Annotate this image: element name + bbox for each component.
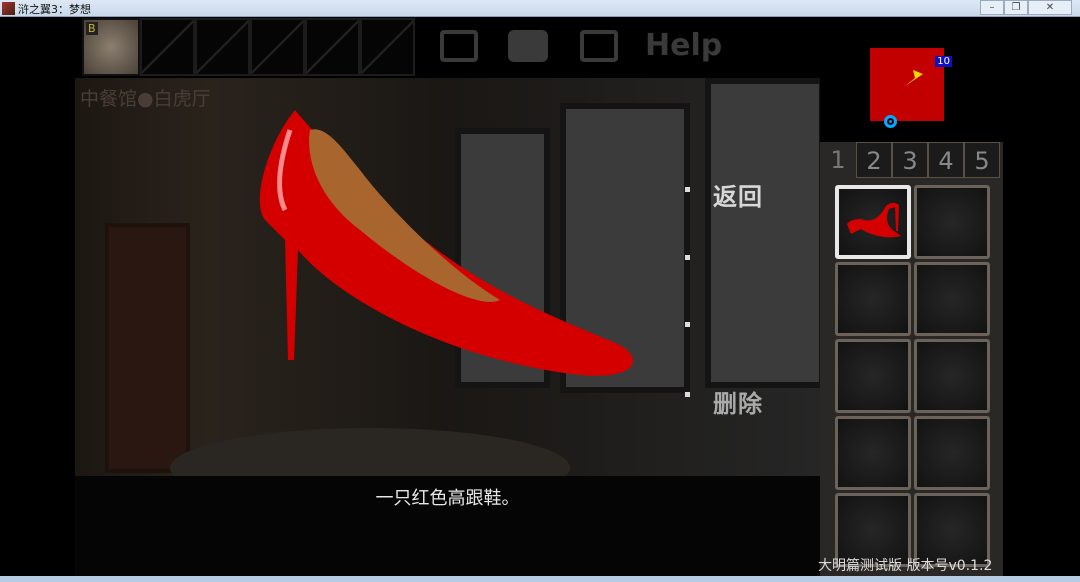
- camera-icon[interactable]: [508, 30, 548, 62]
- inventory-slot[interactable]: [914, 339, 990, 413]
- maximize-button[interactable]: ❐: [1004, 0, 1028, 15]
- item-description: 一只红色高跟鞋。: [375, 488, 520, 509]
- minimize-button[interactable]: –: [980, 0, 1004, 15]
- window: [705, 78, 820, 388]
- menu-bullet: [685, 187, 690, 192]
- character-portrait[interactable]: B: [82, 18, 140, 76]
- party-slot[interactable]: [140, 18, 195, 76]
- inventory-tab-1[interactable]: 1: [820, 142, 856, 178]
- location-label: 中餐馆●白虎厅: [80, 88, 211, 110]
- minimap[interactable]: 10: [870, 48, 952, 128]
- menu-bullet: [685, 322, 690, 327]
- party-slot[interactable]: [360, 18, 415, 76]
- inventory-tab-5[interactable]: 5: [964, 142, 1000, 178]
- inventory-panel: 1 2 3 4 5: [820, 142, 1003, 576]
- party-slot[interactable]: [305, 18, 360, 76]
- inventory-slot[interactable]: [914, 262, 990, 336]
- inventory-slot[interactable]: [835, 416, 911, 490]
- title-bar: 浒之翼3：梦想 – ❐ ✕: [0, 0, 1080, 17]
- inventory-slot[interactable]: [835, 339, 911, 413]
- red-high-heel-image: [259, 110, 633, 376]
- player-marker-icon: [884, 115, 897, 128]
- taskbar: [0, 576, 1080, 582]
- app-icon: [2, 2, 15, 15]
- inventory-slot[interactable]: [914, 185, 990, 259]
- close-button[interactable]: ✕: [1028, 0, 1072, 15]
- door: [105, 223, 190, 473]
- inventory-slot[interactable]: [835, 262, 911, 336]
- red-high-heel-icon: [847, 202, 901, 238]
- version-label: 大明篇测试版 版本号v0.1.2: [818, 558, 993, 574]
- notebook-icon[interactable]: [580, 30, 618, 62]
- menu-bullet: [685, 392, 690, 397]
- floor-badge: 10: [935, 56, 952, 67]
- back-button[interactable]: 返回: [713, 177, 763, 212]
- inventory-tab-2[interactable]: 2: [856, 142, 892, 178]
- party-slot[interactable]: [250, 18, 305, 76]
- direction-arrow-icon: [905, 70, 923, 86]
- image-icon[interactable]: [440, 30, 478, 62]
- delete-button[interactable]: 删除: [713, 384, 763, 419]
- inventory-slot[interactable]: [914, 416, 990, 490]
- party-bar: B: [82, 18, 415, 76]
- table: [170, 428, 570, 476]
- inventory-tab-3[interactable]: 3: [892, 142, 928, 178]
- menu-bullet: [685, 255, 690, 260]
- inventory-tab-4[interactable]: 4: [928, 142, 964, 178]
- inventory-slot-selected[interactable]: [835, 185, 911, 259]
- party-slot[interactable]: [195, 18, 250, 76]
- help-button[interactable]: Help: [645, 28, 722, 63]
- window-title: 浒之翼3：梦想: [18, 3, 91, 16]
- dialogue-box: 一只红色高跟鞋。: [75, 476, 820, 576]
- level-badge: B: [86, 22, 98, 35]
